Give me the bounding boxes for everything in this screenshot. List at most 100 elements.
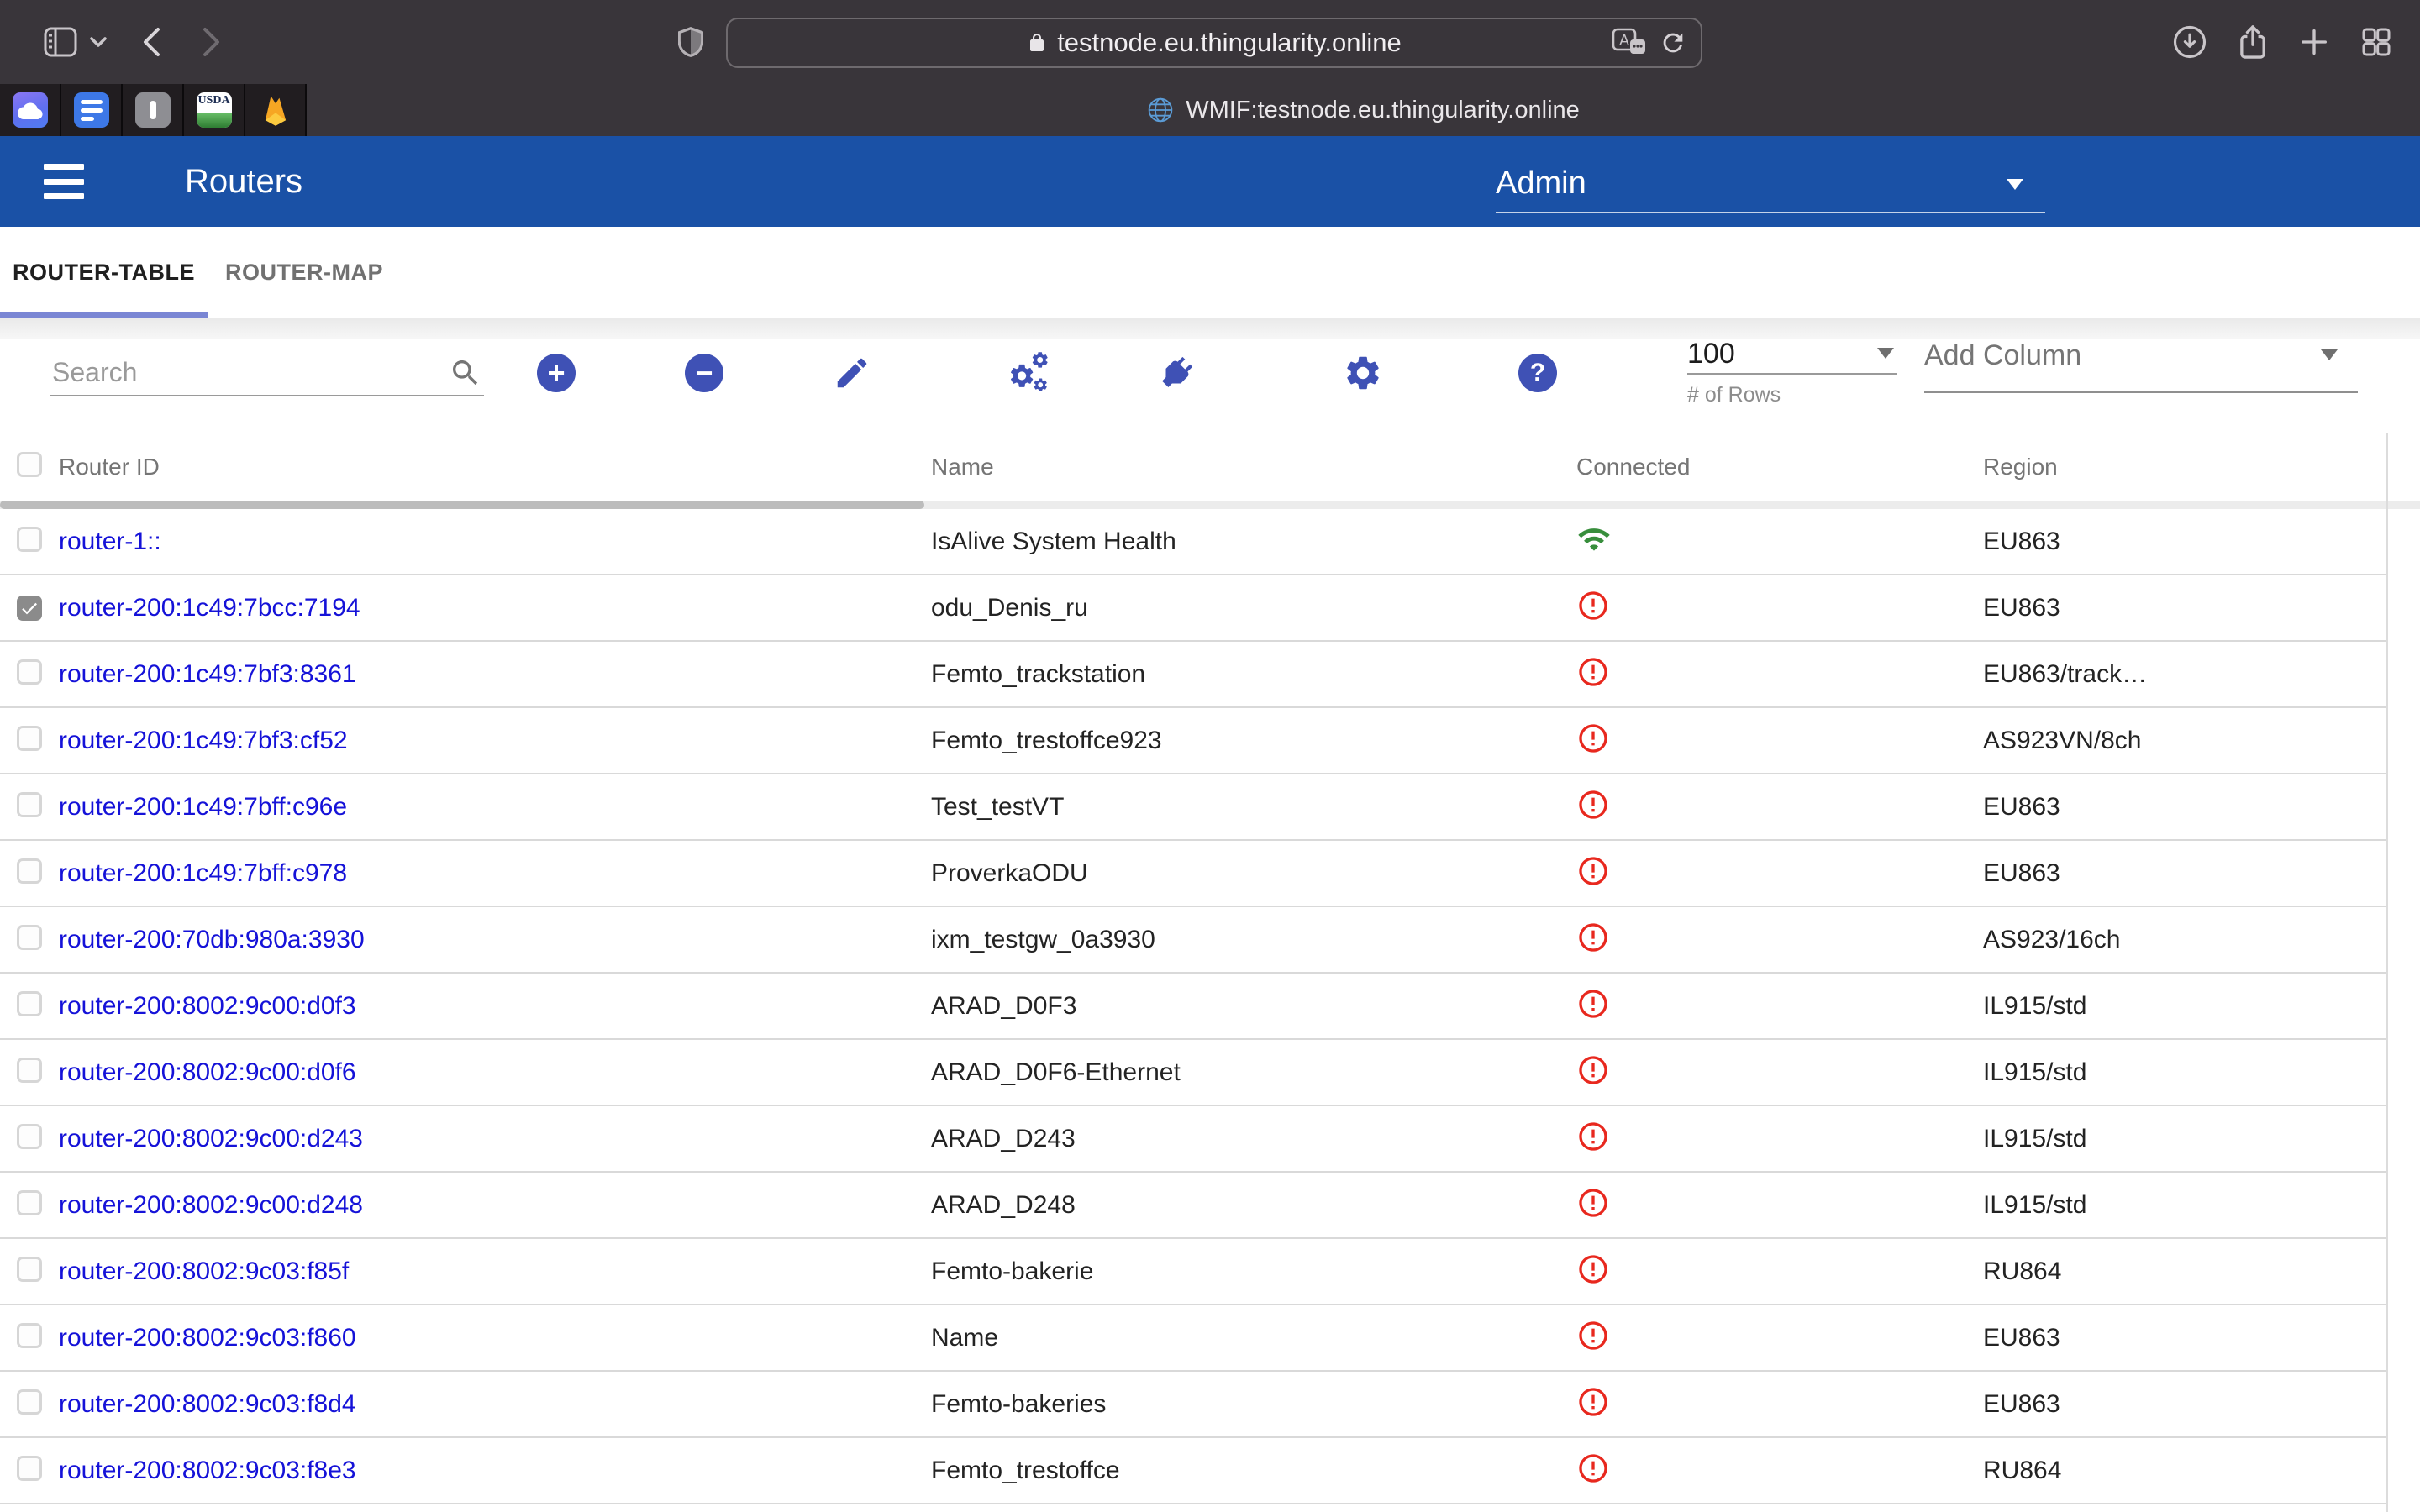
add-router-button[interactable]: +: [534, 351, 578, 395]
tab-title: WMIF:testnode.eu.thingularity.online: [1186, 97, 1580, 124]
check-icon: [19, 598, 39, 618]
router-name: odu_Denis_ru: [931, 594, 1088, 622]
row-checkbox[interactable]: [17, 1124, 42, 1149]
row-checkbox[interactable]: [17, 1058, 42, 1083]
router-id-link[interactable]: router-200:1c49:7bcc:7194: [59, 594, 360, 622]
row-checkbox[interactable]: [17, 527, 42, 552]
remove-router-button[interactable]: −: [682, 351, 726, 395]
pinned-tab-cloud[interactable]: [0, 84, 60, 136]
back-button[interactable]: [134, 0, 168, 84]
row-checkbox[interactable]: [17, 1456, 42, 1481]
tab-strip: USDA WMIF:testnode.eu.thingularity.onlin…: [0, 84, 2420, 136]
error-icon: [1576, 1452, 1610, 1485]
router-id-link[interactable]: router-200:1c49:7bf3:cf52: [59, 727, 348, 754]
menu-button[interactable]: [44, 164, 84, 199]
new-tab-button[interactable]: [2292, 0, 2336, 84]
tab-overview-button[interactable]: [2354, 0, 2398, 84]
row-checkbox[interactable]: [17, 1257, 42, 1282]
horizontal-scrollbar[interactable]: [0, 501, 2420, 509]
row-checkbox[interactable]: [17, 858, 42, 884]
error-icon: [1576, 589, 1610, 627]
user-role-select[interactable]: Admin: [1496, 155, 2045, 213]
pinned-tab-docs[interactable]: [61, 84, 121, 136]
tab-router-map[interactable]: ROUTER-MAP: [212, 227, 397, 318]
router-id-link[interactable]: router-200:8002:9c00:d0f3: [59, 992, 356, 1020]
select-all-checkbox[interactable]: [17, 452, 42, 477]
router-id-link[interactable]: router-200:8002:9c03:f8e3: [59, 1457, 356, 1484]
error-icon: [1576, 921, 1610, 958]
error-icon: [1576, 722, 1610, 755]
router-name: ARAD_D0F6-Ethernet: [931, 1058, 1181, 1086]
services-button[interactable]: [1003, 351, 1054, 395]
row-checkbox[interactable]: [17, 1190, 42, 1215]
router-name: IsAlive System Health: [931, 528, 1176, 555]
scrollbar-thumb[interactable]: [0, 501, 924, 509]
router-id-link[interactable]: router-200:8002:9c03:f860: [59, 1324, 356, 1352]
edit-router-button[interactable]: [830, 351, 874, 395]
router-name: Femto-bakerie: [931, 1257, 1093, 1285]
router-region: AS923/16ch: [1983, 926, 2120, 953]
column-header-connected[interactable]: Connected: [1571, 454, 1983, 480]
chevron-down-icon: [1877, 348, 1894, 359]
router-id-link[interactable]: router-200:70db:980a:3930: [59, 926, 365, 953]
row-checkbox[interactable]: [17, 596, 42, 621]
help-circle-icon: ?: [1518, 354, 1557, 392]
row-checkbox[interactable]: [17, 1323, 42, 1348]
sidebar-menu-button[interactable]: [86, 0, 111, 84]
active-tab[interactable]: WMIF:testnode.eu.thingularity.online: [307, 84, 2420, 136]
reload-button[interactable]: [1659, 28, 1687, 58]
url-text: testnode.eu.thingularity.online: [1057, 28, 1402, 58]
row-checkbox[interactable]: [17, 1389, 42, 1415]
row-checkbox[interactable]: [17, 991, 42, 1016]
row-checkbox[interactable]: [17, 726, 42, 751]
router-region: EU863: [1983, 594, 2060, 622]
table-row: router-200:8002:9c00:d248 ARAD_D248 IL91…: [0, 1173, 2386, 1239]
column-header-region[interactable]: Region: [1983, 454, 2386, 480]
column-header-name[interactable]: Name: [931, 454, 1571, 480]
table-help-button[interactable]: ?: [1516, 351, 1560, 395]
column-header-router-id[interactable]: Router ID: [47, 454, 931, 480]
router-id-link[interactable]: router-200:8002:9c00:d248: [59, 1191, 363, 1219]
table-row: router-200:1c49:7bff:c978 ProverkaODU EU…: [0, 841, 2386, 907]
add-column-select[interactable]: Add Column: [1924, 334, 2358, 393]
row-checkbox[interactable]: [17, 792, 42, 817]
error-icon: [1576, 987, 1610, 1021]
router-id-link[interactable]: router-200:1c49:7bff:c96e: [59, 793, 347, 821]
translate-button[interactable]: A: [1612, 28, 1647, 60]
pinned-tab-info[interactable]: [123, 84, 182, 136]
sidebar-toggle-button[interactable]: [42, 0, 79, 84]
router-region: IL915/std: [1983, 992, 2086, 1020]
hamburger-icon: [44, 164, 84, 170]
router-id-link[interactable]: router-200:8002:9c00:d0f6: [59, 1058, 356, 1086]
router-id-link[interactable]: router-200:8002:9c03:f85f: [59, 1257, 349, 1285]
router-id-link[interactable]: router-1::: [59, 528, 161, 555]
row-checkbox[interactable]: [17, 925, 42, 950]
share-button[interactable]: [2231, 0, 2275, 84]
router-id-link[interactable]: router-200:1c49:7bf3:8361: [59, 660, 356, 688]
error-icon: [1576, 854, 1610, 888]
error-icon: [1576, 1452, 1610, 1489]
sidebar-icon: [44, 27, 77, 57]
gear-icon: [1343, 353, 1383, 393]
table-row: router-200:8002:9c03:f8e3 Femto_trestoff…: [0, 1438, 2386, 1504]
download-icon: [2172, 24, 2207, 60]
forward-button[interactable]: [195, 0, 229, 84]
router-id-link[interactable]: router-200:1c49:7bff:c978: [59, 859, 347, 887]
downloads-button[interactable]: [2168, 0, 2212, 84]
row-checkbox[interactable]: [17, 659, 42, 685]
connect-button[interactable]: [1155, 351, 1198, 395]
error-icon: [1576, 1385, 1610, 1423]
rows-per-page-select[interactable]: 100 # of Rows: [1687, 334, 1897, 407]
pinned-tab-firebase[interactable]: [245, 84, 305, 136]
cloud-icon: [13, 92, 48, 128]
tab-router-table[interactable]: ROUTER-TABLE: [0, 227, 208, 318]
pinned-tab-usda[interactable]: USDA: [184, 84, 244, 136]
url-bar[interactable]: testnode.eu.thingularity.online A: [726, 18, 1702, 68]
router-id-link[interactable]: router-200:8002:9c00:d243: [59, 1125, 363, 1152]
settings-button[interactable]: [1341, 351, 1385, 395]
router-id-link[interactable]: router-200:8002:9c03:f8d4: [59, 1390, 356, 1418]
privacy-report-button[interactable]: [672, 0, 709, 84]
search-input[interactable]: [50, 351, 440, 393]
table-body: router-1:: IsAlive System Health EU863 r…: [0, 509, 2386, 1504]
error-icon: [1576, 655, 1610, 689]
